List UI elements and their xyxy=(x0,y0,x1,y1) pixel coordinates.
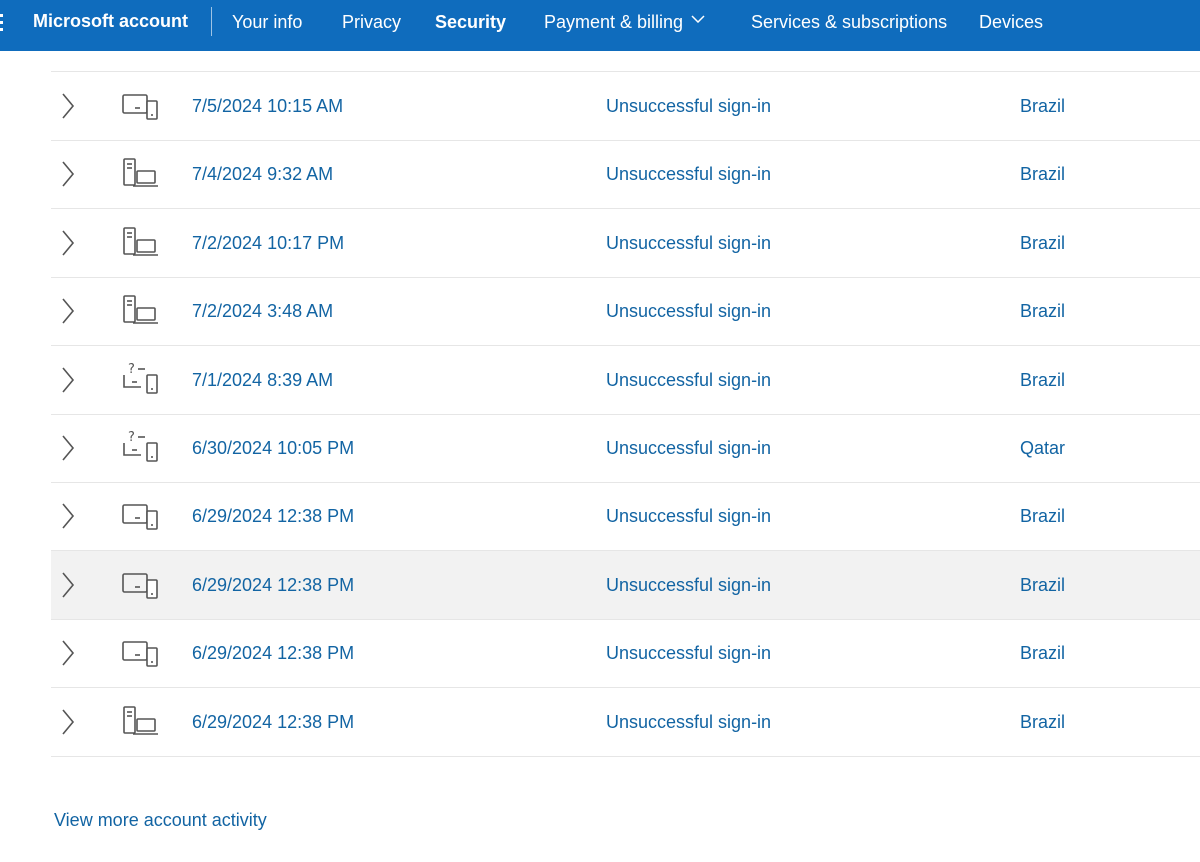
desktop-laptop-icon xyxy=(121,703,161,739)
activity-row[interactable]: 6/29/2024 12:38 PM Unsuccessful sign-in Br… xyxy=(51,482,1200,552)
activity-row[interactable]: 7/5/2024 10:15 AM Unsuccessful sign-in Bra… xyxy=(51,72,1200,141)
brand-title[interactable]: Microsoft account xyxy=(33,0,188,51)
unknown-device-icon: ? xyxy=(121,361,161,397)
chevron-right-icon[interactable] xyxy=(59,346,79,414)
nav-services-subscriptions[interactable]: Services & subscriptions xyxy=(751,0,947,44)
desktop-laptop-icon xyxy=(121,155,161,191)
chevron-right-icon[interactable] xyxy=(59,277,79,345)
activity-row[interactable]: 7/2/2024 10:17 PM Unsuccessful sign-in Bra… xyxy=(51,209,1200,278)
nav-payment-billing-label: Payment & billing xyxy=(544,12,684,32)
activity-row[interactable]: ? 6/30/2024 10:05 PM Unsuccessful sign-in Q… xyxy=(51,414,1200,483)
activity-date[interactable]: 6/29/2024 12:38 PM xyxy=(192,688,354,756)
activity-location[interactable]: Brazil xyxy=(1020,72,1065,140)
activity-date[interactable]: 7/1/2024 8:39 AM xyxy=(192,346,333,414)
activity-location[interactable]: Brazil xyxy=(1020,209,1065,277)
activity-date[interactable]: 6/30/2024 10:05 PM xyxy=(192,414,354,482)
nav-security[interactable]: Security xyxy=(435,0,506,44)
activity-status[interactable]: Unsuccessful sign-in xyxy=(606,277,771,345)
activity-date[interactable]: 6/29/2024 12:38 PM xyxy=(192,619,354,687)
svg-text:?: ? xyxy=(128,362,135,377)
activity-status[interactable]: Unsuccessful sign-in xyxy=(606,72,771,140)
chevron-right-icon[interactable] xyxy=(59,140,79,208)
activity-row[interactable]: 6/29/2024 12:38 PM Unsuccessful sign-in Br… xyxy=(51,550,1200,620)
activity-date[interactable]: 6/29/2024 12:38 PM xyxy=(192,482,354,550)
activity-status[interactable]: Unsuccessful sign-in xyxy=(606,140,771,208)
nav-payment-billing[interactable]: Payment & billing xyxy=(544,0,705,44)
nav-divider xyxy=(211,7,212,36)
top-nav-bar: Microsoft account Your info Privacy Secu… xyxy=(0,0,1200,51)
more-menu-icon[interactable] xyxy=(0,14,4,36)
unknown-device-icon: ? xyxy=(121,429,161,465)
activity-row[interactable]: 6/29/2024 12:38 PM Unsuccessful sign-in Br… xyxy=(51,619,1200,689)
laptop-phone-icon xyxy=(121,634,161,670)
chevron-right-icon[interactable] xyxy=(59,619,79,687)
activity-status[interactable]: Unsuccessful sign-in xyxy=(606,346,771,414)
activity-row[interactable]: 7/2/2024 3:48 AM Unsuccessful sign-in Braz… xyxy=(51,277,1200,347)
nav-devices[interactable]: Devices xyxy=(979,0,1043,44)
activity-location[interactable]: Brazil xyxy=(1020,551,1065,619)
nav-privacy[interactable]: Privacy xyxy=(342,0,401,44)
activity-row[interactable]: ? 7/1/2024 8:39 AM Unsuccessful sign-in Bra… xyxy=(51,346,1200,415)
activity-date[interactable]: 6/29/2024 12:38 PM xyxy=(192,551,354,619)
chevron-right-icon[interactable] xyxy=(59,688,79,756)
activity-status[interactable]: Unsuccessful sign-in xyxy=(606,482,771,550)
activity-row[interactable]: 7/4/2024 9:32 AM Unsuccessful sign-in Braz… xyxy=(51,140,1200,210)
view-more-activity-link[interactable]: View more account activity xyxy=(54,810,267,831)
activity-row[interactable]: 6/29/2024 12:38 PM Unsuccessful sign-in Br… xyxy=(51,688,1200,757)
activity-location[interactable]: Brazil xyxy=(1020,482,1065,550)
activity-location[interactable]: Brazil xyxy=(1020,140,1065,208)
chevron-right-icon[interactable] xyxy=(59,414,79,482)
activity-location[interactable]: Brazil xyxy=(1020,619,1065,687)
laptop-phone-icon xyxy=(121,87,161,123)
chevron-right-icon[interactable] xyxy=(59,551,79,619)
chevron-right-icon[interactable] xyxy=(59,72,79,140)
activity-location[interactable]: Brazil xyxy=(1020,346,1065,414)
desktop-laptop-icon xyxy=(121,292,161,328)
chevron-down-icon xyxy=(691,15,705,24)
activity-date[interactable]: 7/4/2024 9:32 AM xyxy=(192,140,333,208)
activity-date[interactable]: 7/2/2024 3:48 AM xyxy=(192,277,333,345)
activity-date[interactable]: 7/5/2024 10:15 AM xyxy=(192,72,343,140)
laptop-phone-icon xyxy=(121,566,161,602)
desktop-laptop-icon xyxy=(121,224,161,260)
activity-status[interactable]: Unsuccessful sign-in xyxy=(606,688,771,756)
activity-date[interactable]: 7/2/2024 10:17 PM xyxy=(192,209,344,277)
activity-row-partial xyxy=(51,46,1200,72)
activity-location[interactable]: Brazil xyxy=(1020,688,1065,756)
chevron-right-icon[interactable] xyxy=(59,209,79,277)
chevron-right-icon[interactable] xyxy=(59,482,79,550)
nav-your-info[interactable]: Your info xyxy=(232,0,302,44)
activity-status[interactable]: Unsuccessful sign-in xyxy=(606,619,771,687)
activity-location[interactable]: Brazil xyxy=(1020,277,1065,345)
activity-status[interactable]: Unsuccessful sign-in xyxy=(606,209,771,277)
activity-status[interactable]: Unsuccessful sign-in xyxy=(606,551,771,619)
activity-status[interactable]: Unsuccessful sign-in xyxy=(606,414,771,482)
laptop-phone-icon xyxy=(121,497,161,533)
activity-location[interactable]: Qatar xyxy=(1020,414,1065,482)
svg-text:?: ? xyxy=(128,430,135,445)
